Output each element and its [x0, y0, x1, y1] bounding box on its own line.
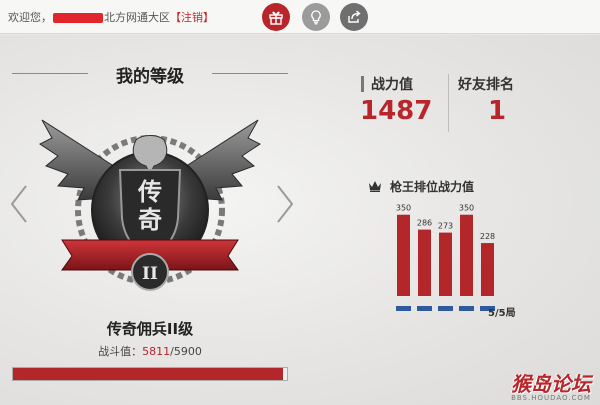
friend-rank-value: 1: [488, 96, 507, 126]
battle-progress-fill: [13, 368, 283, 380]
battle-value: 战斗值：5811/5900: [60, 343, 240, 359]
chart-bar: [460, 214, 473, 296]
chart-bar: [418, 229, 431, 296]
title-divider-right: [212, 73, 288, 74]
chart-data-label: 228: [480, 232, 495, 241]
watermark-sub: BBS.HOUDAO.COM: [511, 394, 591, 402]
next-arrow-icon[interactable]: [274, 184, 296, 224]
chart-bar: [397, 214, 410, 296]
chart-bar: [481, 243, 494, 296]
power-value: 1487: [360, 96, 433, 126]
redacted-username: [53, 13, 103, 23]
games-played-label: 5/5局: [488, 308, 516, 319]
emblem-numeral: II: [142, 264, 158, 284]
top-bar: 欢迎您， 北方网通大区【注销】: [0, 0, 600, 34]
chart-data-label: 273: [438, 222, 453, 231]
gift-button[interactable]: [262, 3, 290, 31]
welcome-label: 欢迎您，: [8, 11, 52, 24]
level-section-title: 我的等级: [116, 67, 184, 87]
tips-button[interactable]: [302, 3, 330, 31]
welcome-text: 欢迎您， 北方网通大区【注销】: [8, 9, 214, 25]
server-name: 北方网通大区: [104, 11, 170, 24]
chart-data-label: 286: [417, 219, 432, 228]
watermark-main: 猴岛论坛: [511, 372, 591, 396]
stat-marker: [361, 76, 364, 92]
chart-game-slot: [396, 306, 411, 311]
share-icon: [348, 10, 361, 23]
emblem-text-bottom: 奇: [138, 206, 162, 234]
logout-link[interactable]: 【注销】: [170, 11, 214, 24]
friend-rank-label: 好友排名: [458, 77, 514, 93]
battle-label: 战斗值：: [98, 345, 143, 358]
battle-max: 5900: [173, 345, 202, 358]
share-button[interactable]: [340, 3, 368, 31]
prev-arrow-icon[interactable]: [8, 184, 30, 224]
stat-divider: [448, 74, 449, 132]
lightbulb-icon: [311, 10, 321, 25]
battle-current: 5811: [142, 345, 171, 358]
gift-icon: [269, 11, 283, 25]
emblem-text-top: 传: [137, 178, 162, 206]
rank-name: 传奇佣兵II级: [106, 320, 194, 338]
rank-emblem-icon: 传 奇 II: [39, 119, 261, 291]
battle-progress-bar: [12, 367, 288, 381]
chart-game-slot: [438, 306, 453, 311]
chart-bar: [439, 232, 452, 296]
chart-game-slot: [459, 306, 474, 311]
chart-data-label: 350: [459, 204, 474, 213]
chart-title: 枪王排位战力值: [390, 180, 475, 194]
watermark: 猴岛论坛 BBS.HOUDAO.COM: [506, 368, 596, 402]
power-label: 战力值: [371, 77, 413, 93]
power-chart: 350 286 273 350 228: [396, 204, 495, 311]
title-divider-left: [12, 73, 88, 74]
chart-game-slot: [417, 306, 432, 311]
chart-data-label: 350: [396, 204, 411, 213]
crown-icon: [369, 181, 381, 192]
